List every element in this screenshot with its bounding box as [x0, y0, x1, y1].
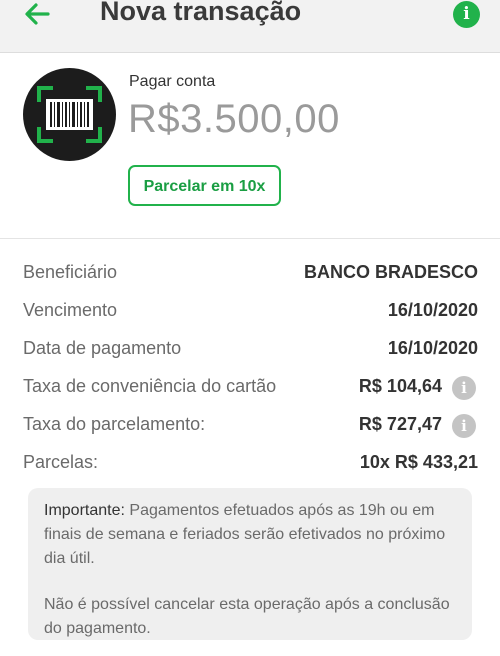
detail-label: Vencimento	[23, 300, 118, 320]
info-icon[interactable]: i	[452, 376, 476, 400]
important-notice: Importante: Pagamentos efetuados após as…	[28, 488, 472, 640]
payment-type-label: Pagar conta	[129, 73, 216, 90]
detail-label: Data de pagamento	[23, 338, 182, 358]
detail-row-installment-fee: Taxa do parcelamento: R$ 727,47 i	[0, 412, 500, 442]
page-title: Nova transação	[100, 0, 302, 26]
detail-row-payment-date: Data de pagamento 16/10/2020	[0, 336, 500, 366]
payment-summary: Pagar conta R$3.500,00 Parcelar em 10x	[0, 53, 500, 239]
detail-value: 16/10/2020	[387, 338, 478, 358]
barcode-scan-icon	[23, 68, 116, 161]
notice-cancel-text: Não é possível cancelar esta operação ap…	[44, 596, 450, 637]
info-icon[interactable]: i	[452, 414, 476, 438]
detail-label: Taxa do parcelamento:	[23, 414, 206, 434]
detail-row-card-fee: Taxa de conveniência do cartão R$ 104,64…	[0, 374, 500, 404]
info-button[interactable]: i	[453, 1, 480, 28]
notice-title: Importante:	[44, 502, 125, 519]
arrow-left-icon	[25, 3, 50, 25]
payment-amount: R$3.500,00	[128, 97, 340, 141]
detail-value: 10x R$ 433,21	[359, 452, 478, 472]
detail-value: R$ 104,64	[358, 376, 442, 396]
detail-value: 16/10/2020	[387, 300, 478, 320]
app-header: Nova transação i	[0, 0, 500, 53]
detail-label: Parcelas:	[23, 452, 99, 472]
detail-row-due-date: Vencimento 16/10/2020	[0, 298, 500, 328]
detail-value: R$ 727,47	[358, 414, 442, 434]
detail-label: Taxa de conveniência do cartão	[23, 376, 277, 396]
installment-button[interactable]: Parcelar em 10x	[128, 165, 281, 206]
detail-row-installments: Parcelas: 10x R$ 433,21	[0, 450, 500, 480]
detail-label: Beneficiário	[23, 262, 118, 282]
info-icon: i	[463, 4, 470, 24]
back-button[interactable]	[22, 0, 62, 30]
detail-value: BANCO BRADESCO	[303, 262, 478, 282]
detail-row-beneficiary: Beneficiário BANCO BRADESCO	[0, 260, 500, 290]
